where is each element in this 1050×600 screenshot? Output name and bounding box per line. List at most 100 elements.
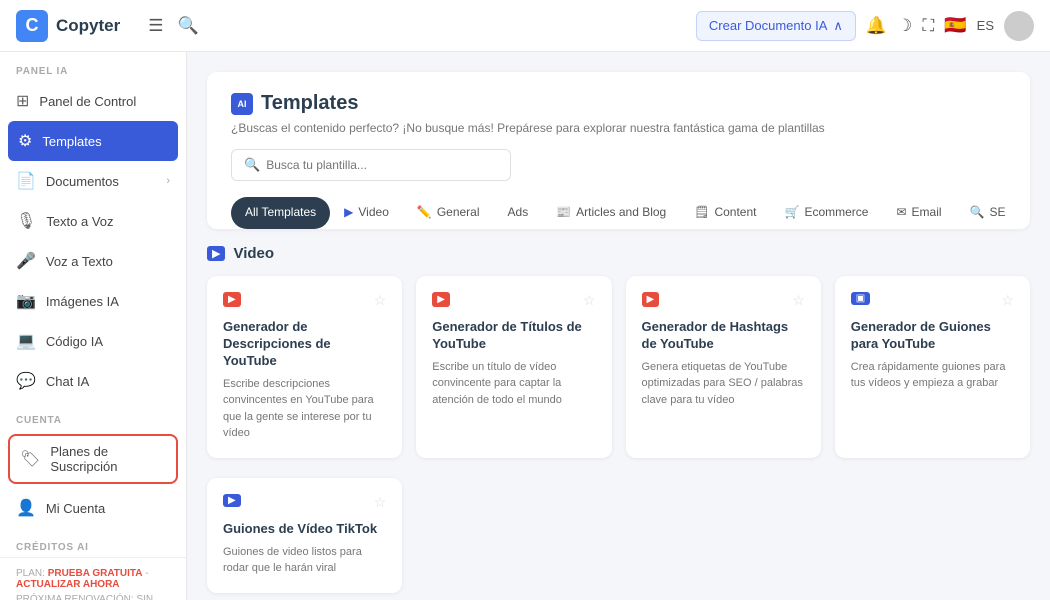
search-icon[interactable]: 🔍	[173, 12, 202, 40]
tag-icon: 🏷	[20, 449, 40, 469]
expand-icon[interactable]: ⛶	[922, 16, 934, 36]
card-yt-hashtags[interactable]: ▶ ☆ Generador de Hashtags de YouTube Gen…	[626, 276, 821, 458]
tab-label: General	[437, 205, 480, 219]
chevron-up-icon: ∧	[833, 18, 843, 34]
plan-link-actualizar[interactable]: ACTUALIZAR AHORA	[16, 579, 120, 590]
sidebar-item-codigo-ia[interactable]: 💻 Código IA	[0, 321, 186, 361]
tab-email[interactable]: ✉ Email	[882, 197, 955, 229]
sidebar-item-documentos[interactable]: 📄 Documentos ›	[0, 161, 186, 201]
blue-video-icon: ▣	[851, 292, 870, 305]
sidebar-label: Chat IA	[46, 374, 89, 389]
sidebar-item-chat-ia[interactable]: 💬 Chat IA	[0, 361, 186, 401]
card-yt-scripts[interactable]: ▣ ☆ Generador de Guiones para YouTube Cr…	[835, 276, 1030, 458]
video-cards-grid: ▶ ☆ Generador de Descripciones de YouTub…	[207, 276, 1030, 458]
star-icon[interactable]: ☆	[1001, 292, 1014, 309]
card-tiktok-scripts[interactable]: ▶ ☆ Guiones de Vídeo TikTok Guiones de v…	[207, 478, 402, 593]
youtube-icon: ▶	[642, 292, 660, 307]
card-top: ▶ ☆	[223, 292, 386, 309]
doc-icon: 📄	[16, 171, 36, 191]
sidebar-label: Código IA	[46, 334, 103, 349]
video2-cards-grid: ▶ ☆ Guiones de Vídeo TikTok Guiones de v…	[207, 478, 1030, 593]
star-icon[interactable]: ☆	[792, 292, 805, 309]
star-icon[interactable]: ☆	[374, 494, 387, 511]
card-top: ▶ ☆	[223, 494, 386, 511]
logo-name: Copyter	[56, 16, 120, 36]
creditos-label: CRÉDITOS AI	[0, 528, 186, 557]
card-title: Generador de Títulos de YouTube	[432, 319, 595, 353]
star-icon[interactable]: ☆	[583, 292, 596, 309]
tab-ecommerce[interactable]: 🛒 Ecommerce	[770, 197, 882, 229]
card-yt-descriptions[interactable]: ▶ ☆ Generador de Descripciones de YouTub…	[207, 276, 402, 458]
search-input-icon: 🔍	[244, 157, 260, 173]
renovacion-text: PRÓXIMA RENOVACIÓN: SIN RENOVACIÓN	[16, 594, 170, 600]
tab-all-templates[interactable]: All Templates	[231, 197, 330, 229]
sidebar-item-planes[interactable]: 🏷 Planes de Suscripción	[8, 434, 178, 484]
youtube-icon: ▶	[223, 292, 241, 307]
panel-label: PANEL IA	[0, 52, 186, 81]
templates-subtitle: ¿Buscas el contenido perfecto? ¡No busqu…	[231, 121, 1006, 135]
tiktok-icon: ▶	[223, 494, 241, 507]
sidebar-item-voz-a-texto[interactable]: 🎤 Voz a Texto	[0, 241, 186, 281]
plan-sep: -	[143, 568, 149, 579]
card-desc: Escribe descripciones convincentes en Yo…	[223, 376, 386, 442]
plan-link-prueba[interactable]: PRUEBA GRATUITA	[48, 568, 143, 579]
video2-section: ▶ ☆ Guiones de Vídeo TikTok Guiones de v…	[207, 478, 1030, 593]
tab-video[interactable]: ▶ Video	[330, 197, 403, 229]
card-yt-titles[interactable]: ▶ ☆ Generador de Títulos de YouTube Escr…	[416, 276, 611, 458]
card-desc: Genera etiquetas de YouTube optimizadas …	[642, 359, 805, 409]
crear-documento-button[interactable]: Crear Documento IA ∧	[696, 11, 856, 41]
video-tab-icon: ▶	[344, 205, 353, 219]
templates-title-row: AI Templates	[231, 92, 1006, 115]
tab-seo[interactable]: 🔍 SEO	[956, 197, 1006, 229]
sidebar-item-texto-a-voz[interactable]: 🎙 Texto a Voz	[0, 201, 186, 241]
logo-letter: C	[16, 10, 48, 42]
tab-label: Video	[358, 205, 388, 219]
flag-icon: 🇪🇸	[944, 15, 966, 36]
crear-doc-label: Crear Documento IA	[709, 18, 828, 33]
youtube-icon: ▶	[432, 292, 450, 307]
sidebar-item-panel-de-control[interactable]: ⊞ Panel de Control	[0, 81, 186, 121]
card-title: Generador de Guiones para YouTube	[851, 319, 1014, 353]
lang-label: ES	[977, 18, 994, 33]
tab-label: Content	[714, 205, 756, 219]
tab-content[interactable]: 🗒 Content	[680, 197, 770, 229]
tab-articles[interactable]: 📰 Articles and Blog	[542, 197, 680, 229]
tab-ads[interactable]: Ads	[494, 197, 543, 229]
mic-icon: 🎙	[16, 211, 36, 231]
chevron-right-icon: ›	[166, 175, 170, 187]
ai-badge: AI	[231, 93, 253, 115]
card-title: Guiones de Vídeo TikTok	[223, 521, 386, 538]
search-input[interactable]	[266, 158, 498, 172]
moon-icon[interactable]: ☽	[897, 16, 912, 36]
templates-header: AI Templates ¿Buscas el contenido perfec…	[207, 72, 1030, 229]
templates-icon: ⚙	[18, 131, 32, 151]
code-icon: 💻	[16, 331, 36, 351]
card-top: ▣ ☆	[851, 292, 1014, 309]
tab-general[interactable]: ✏️ General	[403, 197, 494, 229]
voice-icon: 🎤	[16, 251, 36, 271]
tab-label: Articles and Blog	[576, 205, 666, 219]
sidebar-label: Planes de Suscripción	[50, 444, 166, 474]
topnav-icons: ☰ 🔍	[144, 12, 202, 40]
sidebar-item-imagenes-ia[interactable]: 📷 Imágenes IA	[0, 281, 186, 321]
menu-icon[interactable]: ☰	[144, 12, 167, 40]
tab-label: Ads	[508, 205, 529, 219]
sidebar-label: Voz a Texto	[46, 254, 113, 269]
sidebar-item-templates[interactable]: ⚙ Templates	[8, 121, 178, 161]
sidebar-label: Mi Cuenta	[46, 501, 105, 516]
card-title: Generador de Hashtags de YouTube	[642, 319, 805, 353]
seo-tab-icon: 🔍	[970, 205, 985, 219]
cuenta-label: CUENTA	[0, 401, 186, 430]
section-header-video: ▶ Video	[207, 245, 1030, 262]
star-icon[interactable]: ☆	[374, 292, 387, 309]
tab-label: All Templates	[245, 205, 316, 219]
avatar[interactable]	[1004, 11, 1034, 41]
user-icon: 👤	[16, 498, 36, 518]
bell-icon[interactable]: 🔔	[866, 16, 887, 36]
sidebar-label: Documentos	[46, 174, 119, 189]
page-title: Templates	[261, 92, 358, 115]
sidebar-item-mi-cuenta[interactable]: 👤 Mi Cuenta	[0, 488, 186, 528]
tab-label: Email	[912, 205, 942, 219]
sidebar-label: Imágenes IA	[46, 294, 119, 309]
video-section: ▶ Video ▶ ☆ Generador de Descripciones d…	[207, 245, 1030, 458]
